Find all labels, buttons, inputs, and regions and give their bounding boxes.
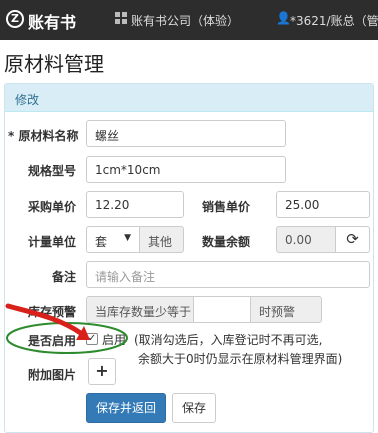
image-label: 附加图片 [28,368,77,382]
add-image-button[interactable]: + [88,358,116,385]
save-and-return-button[interactable]: 保存并返回 [86,393,166,423]
save-button[interactable]: 保存 [172,393,216,423]
annotation-overlay [5,303,128,354]
